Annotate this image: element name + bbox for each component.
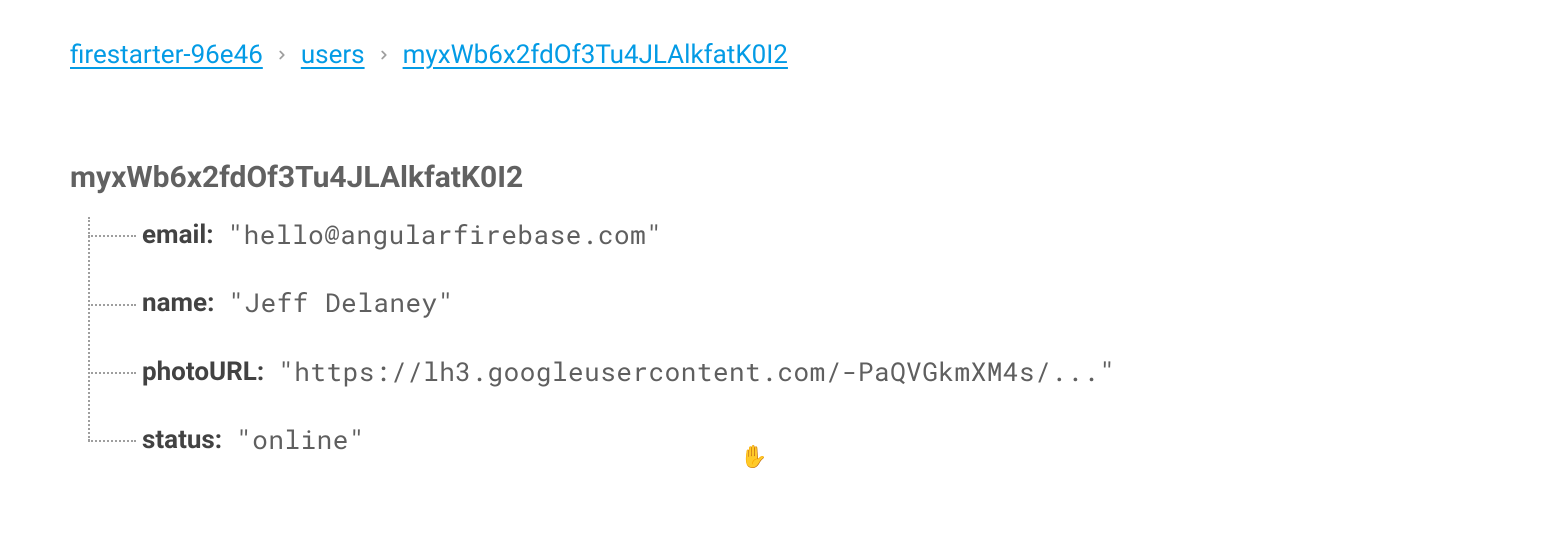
field-colon: : [257, 354, 264, 390]
field-colon: : [215, 422, 222, 458]
breadcrumb: firestarter-96e46 users myxWb6x2fdOf3Tu4… [70, 40, 1481, 70]
field-value: "Jeff Delaney" [228, 285, 453, 321]
field-colon: : [206, 217, 213, 253]
field-row[interactable]: name: "Jeff Delaney" [88, 285, 1481, 321]
field-row[interactable]: status: "online" [88, 422, 1481, 458]
field-value: "https://lh3.googleusercontent.com/-PaQV… [278, 354, 1115, 390]
field-value: "online" [236, 422, 365, 458]
breadcrumb-link-document[interactable]: myxWb6x2fdOf3Tu4JLAlkfatK0I2 [403, 40, 788, 70]
tree-branch-icon [88, 430, 136, 450]
breadcrumb-link-collection[interactable]: users [301, 40, 365, 70]
field-key: photoURL [142, 354, 257, 390]
field-key: email [142, 217, 206, 253]
field-key: status [142, 422, 215, 458]
chevron-right-icon [377, 48, 391, 62]
field-colon: : [207, 285, 214, 321]
document-id-title: myxWb6x2fdOf3Tu4JLAlkfatK0I2 [70, 160, 1481, 195]
field-key: name [142, 285, 207, 321]
chevron-right-icon [275, 48, 289, 62]
breadcrumb-link-project[interactable]: firestarter-96e46 [70, 40, 263, 70]
document-fields-tree: email: "hello@angularfirebase.com" name:… [70, 217, 1481, 459]
field-row[interactable]: email: "hello@angularfirebase.com" [88, 217, 1481, 253]
tree-branch-icon [88, 294, 136, 314]
field-row[interactable]: photoURL: "https://lh3.googleusercontent… [88, 354, 1481, 390]
tree-branch-icon [88, 225, 136, 245]
field-value: "hello@angularfirebase.com" [228, 217, 663, 253]
tree-branch-icon [88, 362, 136, 382]
hand-cursor-icon: ✋ [740, 445, 767, 470]
